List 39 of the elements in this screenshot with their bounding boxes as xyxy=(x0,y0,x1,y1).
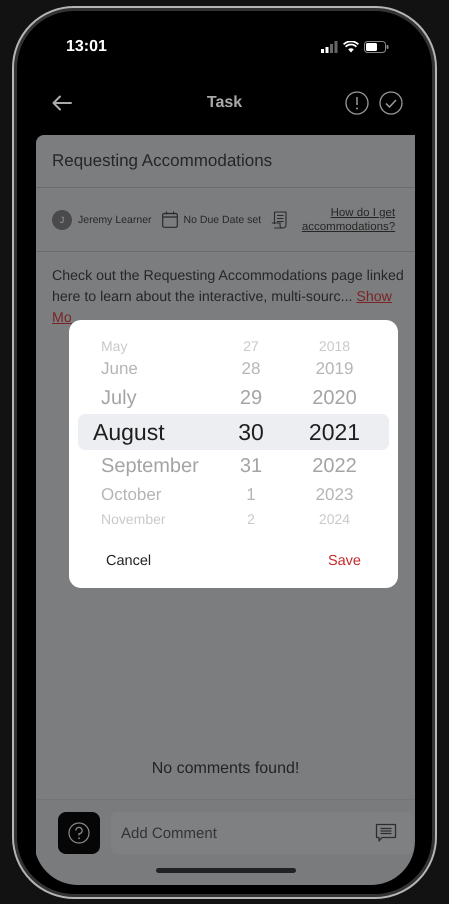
day-option[interactable]: 31 xyxy=(221,454,281,478)
signal-icon xyxy=(320,41,338,53)
avatar: J xyxy=(52,210,72,230)
day-option[interactable]: 30 xyxy=(221,418,281,446)
chat-icon[interactable] xyxy=(375,823,397,843)
month-option[interactable]: August xyxy=(78,418,221,446)
year-option[interactable]: 2022 xyxy=(281,454,388,478)
day-option[interactable]: 1 xyxy=(221,485,281,505)
help-link[interactable]: How do I get accommodations? xyxy=(293,206,396,234)
month-option[interactable]: October xyxy=(78,485,221,505)
month-option[interactable]: September xyxy=(78,454,221,478)
year-option[interactable]: 2023 xyxy=(281,485,388,505)
show-more-link[interactable]: Mo xyxy=(52,310,72,326)
checkmark-circle-icon[interactable] xyxy=(379,90,403,114)
calendar-icon xyxy=(162,211,178,228)
back-arrow-icon[interactable] xyxy=(52,94,72,110)
day-option[interactable]: 28 xyxy=(221,359,281,379)
screen-title: Task xyxy=(206,94,244,112)
alert-icon[interactable] xyxy=(345,90,369,114)
battery-icon xyxy=(364,41,389,53)
document-icon xyxy=(271,210,288,228)
due-date: No Due Date set xyxy=(184,214,262,226)
wifi-icon xyxy=(343,41,359,53)
assignee-name: Jeremy Learner xyxy=(78,214,152,226)
month-option[interactable]: June xyxy=(78,359,221,379)
year-option[interactable]: 2021 xyxy=(281,418,388,446)
comment-field[interactable]: Add Comment xyxy=(111,812,413,854)
cancel-button[interactable]: Cancel xyxy=(97,545,160,577)
month-option[interactable]: July xyxy=(78,386,221,410)
help-button[interactable] xyxy=(58,812,100,854)
day-option[interactable]: 29 xyxy=(221,386,281,410)
year-option[interactable]: 2020 xyxy=(281,386,388,410)
save-button[interactable]: Save xyxy=(318,545,370,577)
year-option[interactable]: 2019 xyxy=(281,359,388,379)
question-mark-icon xyxy=(68,822,90,844)
empty-comments-text: No comments found! xyxy=(150,760,300,779)
show-more-link[interactable]: Show xyxy=(356,289,392,305)
status-time: 13:01 xyxy=(66,38,107,56)
task-title: Requesting Accommodations xyxy=(52,151,272,171)
